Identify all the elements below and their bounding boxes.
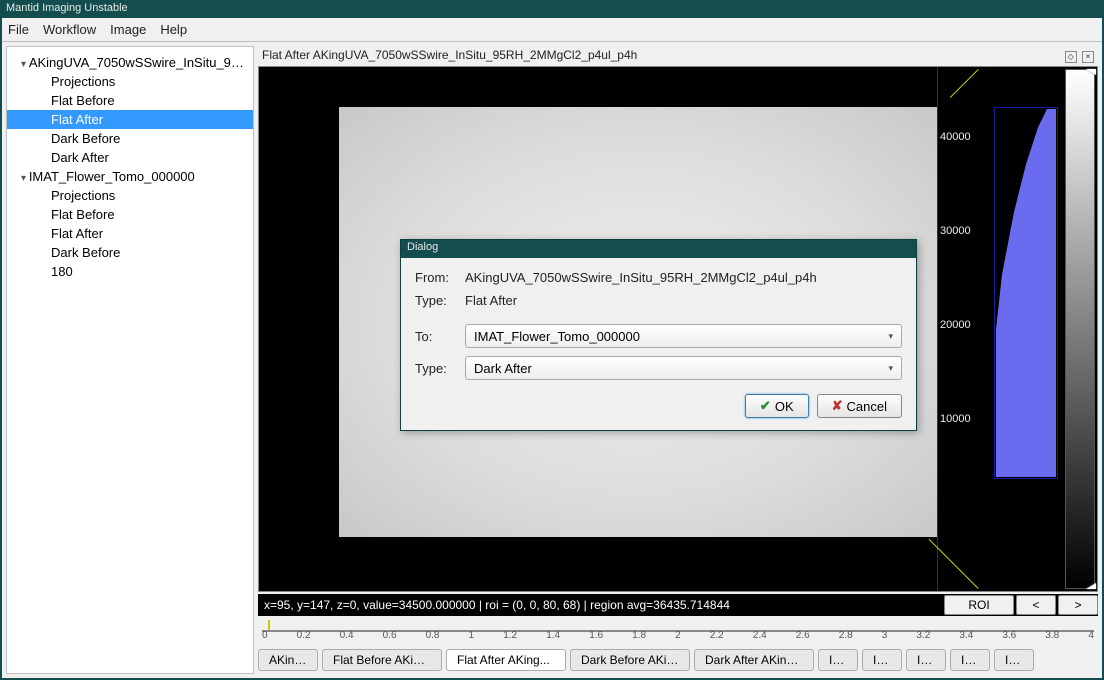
- window-titlebar: Mantid Imaging Unstable: [0, 0, 1104, 18]
- hist-tick: 30000: [940, 225, 971, 237]
- type-to-label: Type:: [415, 361, 465, 376]
- close-pane-icon[interactable]: ×: [1082, 51, 1094, 63]
- ok-button[interactable]: ✔OK: [745, 394, 809, 418]
- tree-item-selected[interactable]: Flat After: [7, 110, 253, 129]
- slider-ticks: 00.20.40.60.811.21.41.61.822.22.42.62.83…: [262, 630, 1094, 644]
- cursor-status: x=95, y=147, z=0, value=34500.000000 | r…: [258, 598, 942, 612]
- menu-file[interactable]: File: [8, 22, 29, 37]
- tab[interactable]: IM...: [950, 649, 990, 671]
- status-bar: x=95, y=147, z=0, value=34500.000000 | r…: [258, 594, 1098, 616]
- colormap-max-handle[interactable]: [1086, 69, 1096, 75]
- move-stack-dialog: Dialog From: AKingUVA_7050wSSwire_InSitu…: [400, 239, 917, 431]
- to-label: To:: [415, 329, 465, 344]
- type-from-label: Type:: [415, 293, 465, 308]
- tree-item[interactable]: Flat Before: [7, 205, 253, 224]
- prev-button[interactable]: <: [1016, 595, 1056, 615]
- type-from-value: Flat After: [465, 293, 517, 308]
- tab[interactable]: AKing...: [258, 649, 318, 671]
- tree-item[interactable]: Dark Before: [7, 243, 253, 262]
- tab[interactable]: IM...: [994, 649, 1034, 671]
- image-title: Flat After AKingUVA_7050wSSwire_InSitu_9…: [262, 48, 637, 62]
- tree-item[interactable]: Dark After: [7, 148, 253, 167]
- tab-active[interactable]: Flat After AKing...: [446, 649, 566, 671]
- hist-tick: 40000: [940, 131, 971, 143]
- tree-item[interactable]: Projections: [7, 72, 253, 91]
- tab[interactable]: Dark After AKing...: [694, 649, 814, 671]
- check-icon: ✔: [760, 398, 771, 414]
- tab[interactable]: IM...: [862, 649, 902, 671]
- tab[interactable]: Flat Before AKing...: [322, 649, 442, 671]
- tree-item[interactable]: Flat After: [7, 224, 253, 243]
- from-value: AKingUVA_7050wSSwire_InSitu_95RH_2MMgCl2…: [465, 270, 817, 285]
- tree-item[interactable]: Flat Before: [7, 91, 253, 110]
- dialog-titlebar[interactable]: Dialog: [401, 240, 916, 258]
- frame-slider[interactable]: 00.20.40.60.811.21.41.61.822.22.42.62.83…: [258, 618, 1098, 644]
- tree-dataset-1[interactable]: IMAT_Flower_Tomo_000000: [7, 167, 253, 186]
- tree-item[interactable]: 180: [7, 262, 253, 281]
- tree-item[interactable]: Projections: [7, 186, 253, 205]
- menu-image[interactable]: Image: [110, 22, 146, 37]
- next-button[interactable]: >: [1058, 595, 1098, 615]
- menubar: File Workflow Image Help: [2, 18, 1102, 42]
- menu-workflow[interactable]: Workflow: [43, 22, 96, 37]
- tab[interactable]: Dark Before AKing...: [570, 649, 690, 671]
- colormap-min-handle[interactable]: [1086, 583, 1096, 589]
- colormap-bar[interactable]: [1065, 69, 1095, 589]
- type-to-select[interactable]: Dark After: [465, 356, 902, 380]
- dataset-tree[interactable]: AKingUVA_7050wSSwire_InSitu_95RH... Proj…: [6, 46, 254, 674]
- cancel-button[interactable]: ✘Cancel: [817, 394, 902, 418]
- to-select[interactable]: IMAT_Flower_Tomo_000000: [465, 324, 902, 348]
- roi-button[interactable]: ROI: [944, 595, 1014, 615]
- image-tabs: AKing... Flat Before AKing... Flat After…: [258, 646, 1098, 674]
- tree-item[interactable]: Dark Before: [7, 129, 253, 148]
- image-title-bar: Flat After AKingUVA_7050wSSwire_InSitu_9…: [258, 46, 1098, 64]
- x-icon: ✘: [832, 398, 843, 414]
- undock-icon[interactable]: ◇: [1065, 51, 1077, 63]
- histogram-panel[interactable]: 40000 30000 20000 10000: [937, 67, 1097, 591]
- hist-tick: 10000: [940, 413, 971, 425]
- hist-tick: 20000: [940, 319, 971, 331]
- from-label: From:: [415, 270, 465, 285]
- tab[interactable]: IM...: [906, 649, 946, 671]
- tab[interactable]: IM...: [818, 649, 858, 671]
- tree-dataset-0[interactable]: AKingUVA_7050wSSwire_InSitu_95RH...: [7, 53, 253, 72]
- slider-thumb[interactable]: [268, 620, 270, 630]
- menu-help[interactable]: Help: [160, 22, 187, 37]
